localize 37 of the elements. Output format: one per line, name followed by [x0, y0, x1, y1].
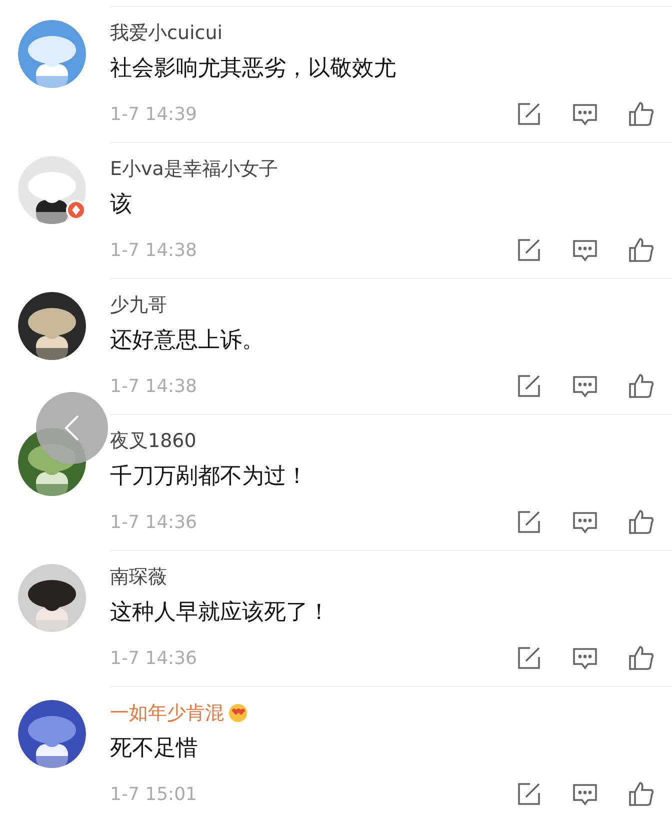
comment-icon[interactable] [572, 373, 598, 399]
thumbs-up-icon[interactable] [628, 509, 654, 535]
user-name[interactable]: 南琛薇 [110, 563, 167, 592]
comment-text: 还好意思上诉。 [110, 326, 265, 354]
comment-icon[interactable] [572, 781, 598, 807]
comment-text: 这种人早就应该死了！ [110, 598, 331, 626]
edit-icon[interactable] [516, 237, 542, 263]
thumbs-up-icon[interactable] [628, 645, 654, 671]
comment-icon[interactable] [572, 645, 598, 671]
timestamp: 1-7 14:39 [110, 102, 197, 126]
thumbs-up-icon[interactable] [628, 373, 654, 399]
timestamp: 1-7 14:38 [110, 238, 197, 262]
comment-text: 千刀万剐都不为过！ [110, 462, 309, 490]
thumbs-up-icon[interactable] [628, 101, 654, 127]
thumbs-up-icon[interactable] [628, 237, 654, 263]
comment-text: 社会影响尤其恶劣，以敬效尤 [110, 54, 397, 82]
timestamp: 1-7 15:01 [110, 782, 197, 806]
smiley-icon [228, 703, 248, 724]
edit-icon[interactable] [516, 509, 542, 535]
thumbs-up-icon[interactable] [628, 781, 654, 807]
edit-icon[interactable] [516, 781, 542, 807]
user-name[interactable]: 少九哥 [110, 291, 167, 320]
chevron-left-icon [64, 414, 80, 442]
user-name[interactable]: E小va是幸福小女子 [110, 155, 278, 184]
timestamp: 1-7 14:38 [110, 374, 197, 398]
edit-icon[interactable] [516, 373, 542, 399]
edit-icon[interactable] [516, 101, 542, 127]
timestamp: 1-7 14:36 [110, 646, 197, 670]
edit-icon[interactable] [516, 645, 542, 671]
comment-icon[interactable] [572, 101, 598, 127]
user-name[interactable]: 我爱小cuicui [110, 19, 223, 48]
comment-text: 该 [110, 190, 133, 218]
comment-icon[interactable] [572, 237, 598, 263]
comment-icon[interactable] [572, 509, 598, 535]
comment-text: 死不足惜 [110, 734, 199, 762]
user-name[interactable]: 夜叉1860 [110, 427, 196, 456]
timestamp: 1-7 14:36 [110, 510, 197, 534]
